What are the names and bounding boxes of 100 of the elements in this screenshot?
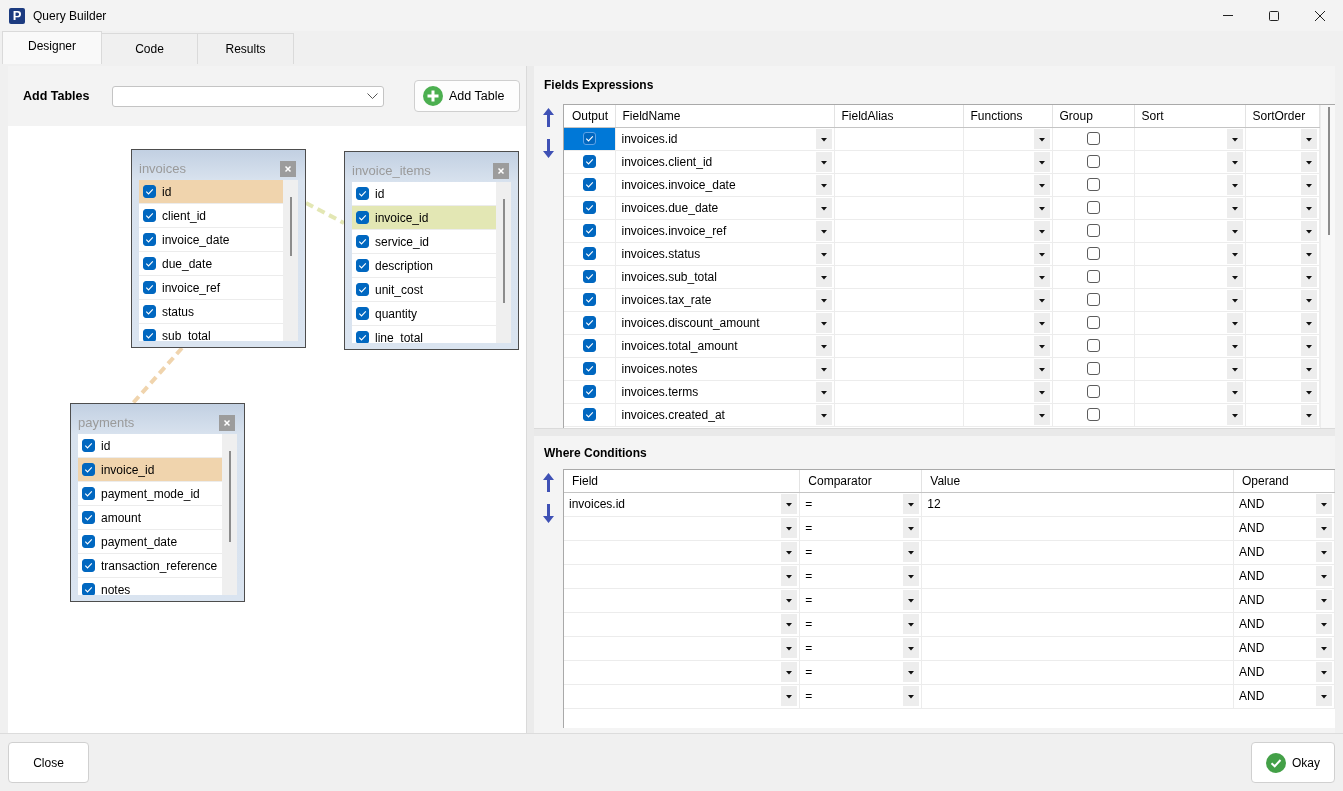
field-checkbox[interactable]	[82, 559, 95, 572]
dropdown-caret-icon[interactable]	[1316, 518, 1332, 538]
dropdown-caret-icon[interactable]	[815, 197, 832, 218]
operand-combo[interactable]: AND	[1234, 540, 1334, 564]
dropdown-caret-icon[interactable]	[815, 289, 832, 310]
dropdown-caret-icon[interactable]	[1033, 266, 1050, 287]
group-checkbox[interactable]	[1086, 293, 1100, 306]
output-checkbox[interactable]	[582, 155, 596, 168]
field-name-combo[interactable]: invoices.invoice_ref	[615, 219, 834, 242]
operand-combo[interactable]: AND	[1234, 564, 1334, 588]
operand-combo[interactable]: AND	[1234, 684, 1334, 708]
dropdown-caret-icon[interactable]	[1033, 312, 1050, 333]
dropdown-caret-icon[interactable]	[1033, 358, 1050, 379]
dropdown-caret-icon[interactable]	[1316, 662, 1332, 682]
dropdown-caret-icon[interactable]	[1226, 174, 1243, 195]
comparator-combo[interactable]: =	[800, 612, 922, 636]
field-name-combo[interactable]: invoices.status	[615, 242, 834, 265]
output-checkbox[interactable]	[582, 270, 596, 283]
dropdown-caret-icon[interactable]	[1226, 312, 1243, 333]
field-name-combo[interactable]: invoices.sub_total	[615, 265, 834, 288]
group-checkbox[interactable]	[1086, 385, 1100, 398]
operand-combo[interactable]: AND	[1234, 516, 1334, 540]
output-checkbox[interactable]	[582, 201, 596, 214]
field-checkbox[interactable]	[143, 281, 156, 294]
dropdown-caret-icon[interactable]	[1316, 638, 1332, 658]
field-checkbox[interactable]	[82, 583, 95, 595]
field-name-combo[interactable]: invoices.terms	[615, 380, 834, 403]
comparator-combo[interactable]: =	[800, 684, 922, 708]
tab[interactable]: Designer	[2, 31, 102, 64]
dropdown-caret-icon[interactable]	[1300, 289, 1317, 310]
dropdown-caret-icon[interactable]	[1226, 404, 1243, 425]
dropdown-caret-icon[interactable]	[1300, 266, 1317, 287]
okay-button[interactable]: Okay	[1251, 742, 1335, 783]
dropdown-caret-icon[interactable]	[1300, 174, 1317, 195]
operand-combo[interactable]: AND	[1234, 588, 1334, 612]
comparator-combo[interactable]: =	[800, 516, 922, 540]
dropdown-caret-icon[interactable]	[1300, 404, 1317, 425]
dropdown-caret-icon[interactable]	[815, 312, 832, 333]
dropdown-caret-icon[interactable]	[1300, 151, 1317, 172]
group-checkbox[interactable]	[1086, 132, 1100, 145]
tab[interactable]: Results	[197, 33, 294, 64]
dropdown-caret-icon[interactable]	[781, 638, 798, 658]
field-checkbox[interactable]	[82, 511, 95, 524]
highlighted-row[interactable]: invoice_id	[78, 458, 222, 482]
dropdown-caret-icon[interactable]	[1316, 542, 1332, 562]
dropdown-caret-icon[interactable]	[1226, 151, 1243, 172]
dropdown-caret-icon[interactable]	[781, 590, 798, 610]
dropdown-caret-icon[interactable]	[1033, 335, 1050, 356]
dropdown-caret-icon[interactable]	[1226, 358, 1243, 379]
dropdown-caret-icon[interactable]	[1300, 358, 1317, 379]
dropdown-caret-icon[interactable]	[781, 662, 798, 682]
field-checkbox[interactable]	[356, 187, 369, 200]
field-checkbox[interactable]	[143, 233, 156, 246]
row-selector-cell[interactable]	[564, 127, 615, 150]
dropdown-caret-icon[interactable]	[1033, 174, 1050, 195]
dropdown-caret-icon[interactable]	[903, 494, 920, 514]
value-field[interactable]: 12	[922, 492, 1233, 516]
dropdown-caret-icon[interactable]	[1226, 381, 1243, 402]
dropdown-caret-icon[interactable]	[1316, 686, 1332, 706]
dropdown-caret-icon[interactable]	[1226, 243, 1243, 264]
dropdown-caret-icon[interactable]	[815, 404, 832, 425]
dropdown-caret-icon[interactable]	[815, 266, 832, 287]
field-name-combo[interactable]: invoices.discount_amount	[615, 311, 834, 334]
group-checkbox[interactable]	[1086, 247, 1100, 260]
field-name-combo[interactable]: invoices.id	[615, 127, 834, 150]
highlighted-row[interactable]: invoice_id	[352, 206, 496, 230]
field-name-combo[interactable]: invoices.due_date	[615, 196, 834, 219]
add-table-button[interactable]: Add Table	[414, 80, 520, 112]
field-checkbox[interactable]	[82, 463, 95, 476]
dropdown-caret-icon[interactable]	[903, 638, 920, 658]
dropdown-caret-icon[interactable]	[781, 614, 798, 634]
dropdown-caret-icon[interactable]	[1226, 220, 1243, 241]
dropdown-caret-icon[interactable]	[1316, 614, 1332, 634]
operand-combo[interactable]: AND	[1234, 660, 1334, 684]
dropdown-caret-icon[interactable]	[1316, 566, 1332, 586]
dropdown-caret-icon[interactable]	[1300, 312, 1317, 333]
table-node[interactable]: invoice_items id invoice_id service_id description unit_cost quantity line_total	[344, 151, 519, 350]
dropdown-caret-icon[interactable]	[1300, 335, 1317, 356]
output-checkbox[interactable]	[582, 339, 596, 352]
field-checkbox[interactable]	[143, 209, 156, 222]
field-name-combo[interactable]: invoices.created_at	[615, 403, 834, 426]
field-checkbox[interactable]	[143, 329, 156, 341]
arrow-down-icon[interactable]	[543, 504, 554, 523]
field-combo[interactable]: invoices.id	[564, 492, 800, 516]
dropdown-caret-icon[interactable]	[1033, 220, 1050, 241]
dropdown-caret-icon[interactable]	[815, 128, 832, 149]
operand-combo[interactable]: AND	[1234, 492, 1334, 516]
dropdown-caret-icon[interactable]	[1033, 197, 1050, 218]
output-checkbox[interactable]	[582, 362, 596, 375]
dropdown-caret-icon[interactable]	[903, 614, 920, 634]
output-checkbox[interactable]	[582, 224, 596, 237]
dropdown-caret-icon[interactable]	[903, 518, 920, 538]
comparator-combo[interactable]: =	[800, 540, 922, 564]
operand-combo[interactable]: AND	[1234, 636, 1334, 660]
field-name-combo[interactable]: invoices.invoice_date	[615, 173, 834, 196]
dropdown-caret-icon[interactable]	[781, 566, 798, 586]
scrollbar[interactable]	[283, 180, 298, 341]
table-node[interactable]: invoices id client_id invoice_date due_date invoice_ref status sub_total	[131, 149, 306, 348]
maximize-icon[interactable]	[1269, 10, 1279, 21]
dropdown-caret-icon[interactable]	[1033, 404, 1050, 425]
